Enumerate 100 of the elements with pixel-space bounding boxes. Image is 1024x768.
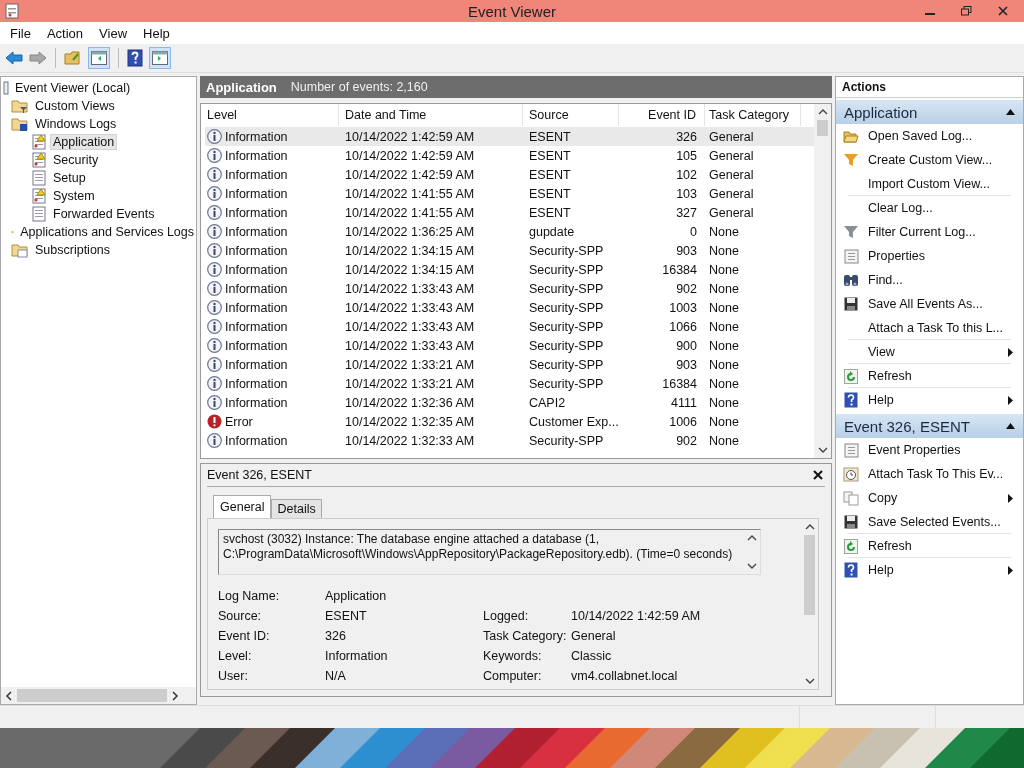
command-link[interactable]: Save All Events As... xyxy=(836,292,1023,316)
event-row[interactable]: Information 10/14/2022 1:33:21 AM Security-SPP 903 None xyxy=(205,355,814,374)
back-arrow-icon[interactable] xyxy=(5,51,23,65)
action-pane-button[interactable] xyxy=(149,47,171,69)
table-cell: Error xyxy=(205,414,339,429)
scrollbar-thumb[interactable] xyxy=(804,535,815,615)
menu-item[interactable]: Action xyxy=(40,23,90,43)
scroll-up-icon[interactable] xyxy=(804,523,815,531)
field-value: Classic xyxy=(571,649,613,664)
info-icon xyxy=(207,433,222,448)
event-row[interactable]: Information 10/14/2022 1:33:43 AM Security-SPP 1066 None xyxy=(205,317,814,336)
help-icon[interactable] xyxy=(127,49,143,67)
tree-item[interactable]: Security xyxy=(51,153,101,167)
scroll-up-icon[interactable] xyxy=(817,108,828,116)
event-row[interactable]: Information 10/14/2022 1:32:33 AM Security-SPP 902 None xyxy=(205,431,814,450)
table-cell-text: 102 xyxy=(675,167,698,182)
command-link[interactable]: Event Properties xyxy=(836,438,1023,462)
command-link[interactable]: Save Selected Events... xyxy=(836,510,1023,534)
tree-item[interactable]: Windows Logs xyxy=(33,117,119,131)
menu-item[interactable]: View xyxy=(93,23,134,43)
event-row[interactable]: Information 10/14/2022 1:42:59 AM ESENT 105 General xyxy=(205,146,814,165)
event-row[interactable]: Information 10/14/2022 1:33:43 AM Security-SPP 902 None xyxy=(205,279,814,298)
command-link[interactable]: Create Custom View... xyxy=(836,148,1023,172)
command-link[interactable]: Refresh xyxy=(836,364,1023,388)
field-label: User: xyxy=(218,669,249,684)
tree-item[interactable]: Setup xyxy=(51,171,88,185)
event-row[interactable]: Information 10/14/2022 1:33:43 AM Security-SPP 900 None xyxy=(205,336,814,355)
column-header[interactable]: Level xyxy=(205,104,339,126)
pane-toggle-button[interactable] xyxy=(88,47,110,69)
help-icon xyxy=(844,392,858,408)
command-link[interactable]: View xyxy=(836,340,1023,364)
command-link[interactable]: Open Saved Log... xyxy=(836,124,1023,148)
tree-item[interactable]: Forwarded Events xyxy=(51,207,157,221)
command-link[interactable]: Help xyxy=(836,388,1023,412)
section-header[interactable]: Application xyxy=(836,100,1023,124)
event-row[interactable]: Information 10/14/2022 1:34:15 AM Security-SPP 16384 None xyxy=(205,260,814,279)
scroll-left-icon[interactable] xyxy=(5,690,13,701)
command-link[interactable]: Filter Current Log... xyxy=(836,220,1023,244)
table-cell-text: gupdate xyxy=(528,224,576,239)
close-icon[interactable] xyxy=(998,6,1008,16)
column-header[interactable]: Source xyxy=(523,104,619,126)
section-header[interactable]: Event 326, ESENT xyxy=(836,414,1023,438)
column-header[interactable]: Event ID xyxy=(619,104,705,126)
close-icon[interactable] xyxy=(813,470,823,480)
scroll-right-icon[interactable] xyxy=(171,690,179,701)
table-cell-text: None xyxy=(708,243,740,258)
tree-item[interactable]: Custom Views xyxy=(33,99,117,113)
scroll-down-icon[interactable] xyxy=(817,446,828,454)
table-cell-text: General xyxy=(708,129,755,144)
event-row[interactable]: Information 10/14/2022 1:34:15 AM Security-SPP 903 None xyxy=(205,241,814,260)
tree-item[interactable]: System xyxy=(51,189,97,203)
restore-icon[interactable] xyxy=(961,6,972,16)
tree-item[interactable]: Application xyxy=(51,135,117,149)
scrollbar-thumb[interactable] xyxy=(817,120,828,136)
column-header[interactable]: Date and Time xyxy=(339,104,523,126)
scroll-down-icon[interactable] xyxy=(804,677,815,685)
command-link[interactable]: Attach Task To This Ev... xyxy=(836,462,1023,486)
command-link[interactable]: Find... xyxy=(836,268,1023,292)
table-cell-text: 327 xyxy=(675,205,698,220)
tab[interactable]: Details xyxy=(271,499,322,518)
event-row[interactable]: Information 10/14/2022 1:36:25 AM gupdate 0 None xyxy=(205,222,814,241)
collapse-icon[interactable] xyxy=(1006,109,1015,115)
command-link[interactable]: Import Custom View... xyxy=(836,172,1023,196)
collapse-icon[interactable] xyxy=(1006,423,1015,429)
event-row[interactable]: Information 10/14/2022 1:41:55 AM ESENT 327 General xyxy=(205,203,814,222)
event-row[interactable]: Error 10/14/2022 1:32:35 AM Customer Exp... 1006 None xyxy=(205,412,814,431)
scroll-up-icon[interactable] xyxy=(747,534,757,542)
forward-arrow-icon[interactable] xyxy=(29,51,47,65)
event-row[interactable]: Information 10/14/2022 1:42:59 AM ESENT 102 General xyxy=(205,165,814,184)
scrollbar-thumb[interactable] xyxy=(17,689,167,702)
command-link[interactable]: Refresh xyxy=(836,534,1023,558)
tree-item[interactable]: Subscriptions xyxy=(33,243,113,257)
table-cell-text: CAPI2 xyxy=(528,395,567,410)
info-icon xyxy=(207,338,222,353)
table-cell: Information xyxy=(205,224,339,239)
command-link[interactable]: Copy xyxy=(836,486,1023,510)
table-cell-text: Security-SPP xyxy=(528,357,605,372)
scroll-down-icon[interactable] xyxy=(747,562,757,570)
table-cell-text: None xyxy=(708,281,740,296)
vertical-scrollbar[interactable] xyxy=(814,104,831,458)
event-row[interactable]: Information 10/14/2022 1:41:55 AM ESENT 103 General xyxy=(205,184,814,203)
event-row[interactable]: Information 10/14/2022 1:33:43 AM Security-SPP 1003 None xyxy=(205,298,814,317)
event-row[interactable]: Information 10/14/2022 1:32:36 AM CAPI2 4111 None xyxy=(205,393,814,412)
command-link[interactable]: Help xyxy=(836,558,1023,582)
command-link[interactable]: Clear Log... xyxy=(836,196,1023,220)
menu-item[interactable]: Help xyxy=(137,23,176,43)
event-row[interactable]: Information 10/14/2022 1:42:59 AM ESENT 326 General xyxy=(205,127,814,146)
table-cell-text: 10/14/2022 1:33:43 AM xyxy=(344,319,476,334)
menu-item[interactable]: File xyxy=(4,23,37,43)
field-label: Computer: xyxy=(483,669,543,684)
event-row[interactable]: Information 10/14/2022 1:33:21 AM Security-SPP 16384 None xyxy=(205,374,814,393)
horizontal-scrollbar[interactable] xyxy=(1,687,196,704)
column-header[interactable]: Task Category xyxy=(705,104,801,126)
tree-item[interactable]: Event Viewer (Local) xyxy=(13,81,133,95)
submenu-arrow-icon xyxy=(1008,395,1013,405)
tab[interactable]: General xyxy=(213,495,272,518)
tree-item[interactable]: Applications and Services Logs xyxy=(18,225,196,239)
table-cell-text: 10/14/2022 1:34:15 AM xyxy=(344,262,476,277)
command-link[interactable]: Properties xyxy=(836,244,1023,268)
command-link[interactable]: Attach a Task To this L... xyxy=(836,316,1023,340)
